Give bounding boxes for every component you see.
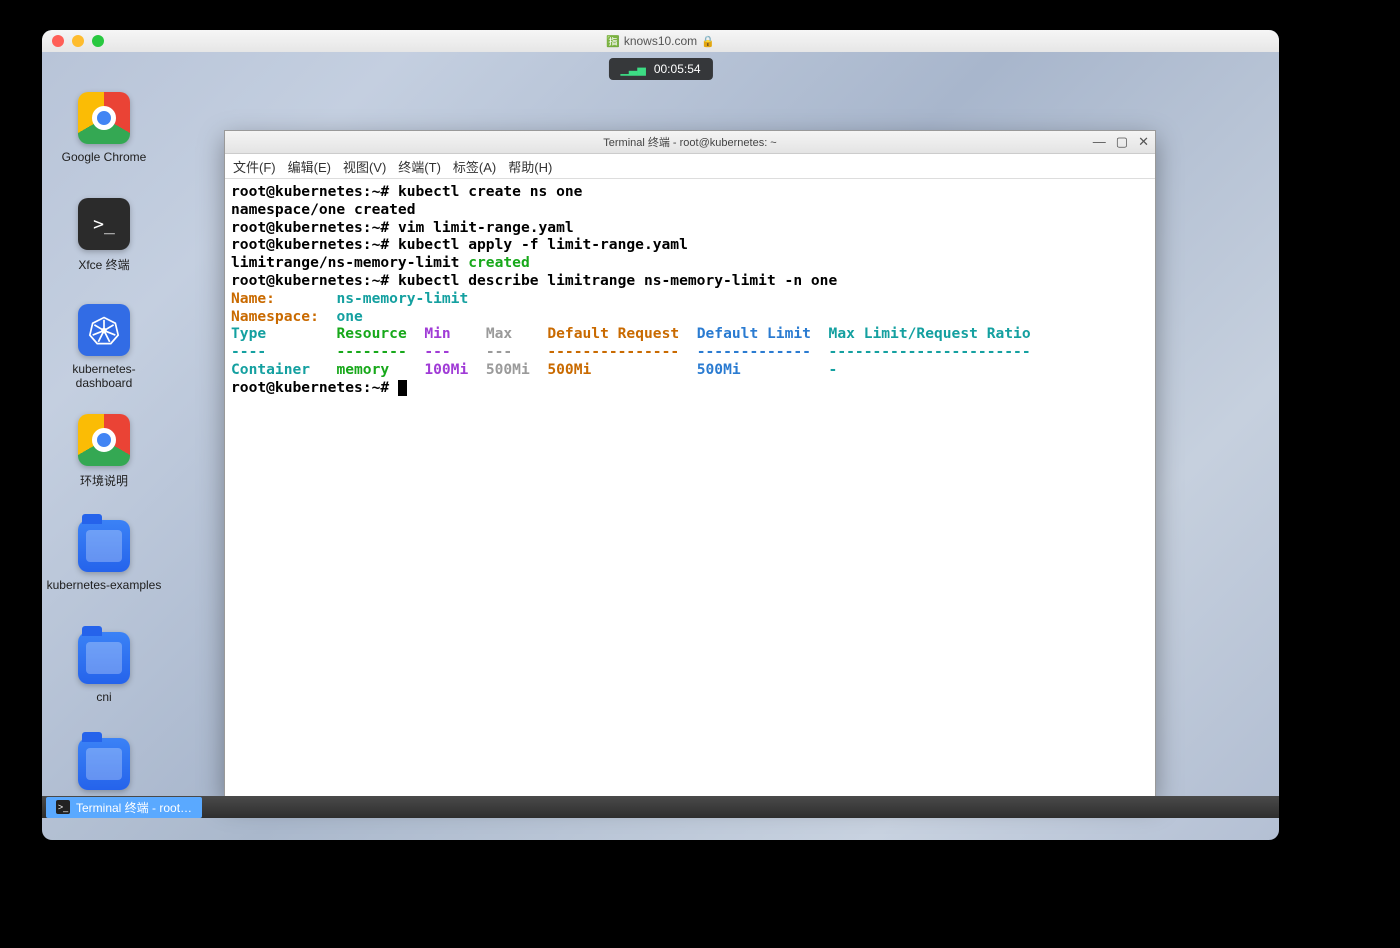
kubernetes-icon [78, 304, 130, 356]
terminal-icon: >_ [56, 800, 70, 814]
desktop-icon-env-desc[interactable]: 环境说明 [44, 414, 164, 489]
minimize-button[interactable]: — [1093, 134, 1106, 150]
url-text: knows10.com [624, 34, 697, 48]
desktop-icon-chrome[interactable]: Google Chrome [44, 92, 164, 164]
remote-desktop[interactable]: ▁▃▅ 00:05:54 Google Chrome >_ Xfce 终端 ku… [42, 52, 1279, 818]
cursor-icon [398, 380, 407, 396]
session-status-pill: ▁▃▅ 00:05:54 [608, 58, 712, 80]
desktop-icon-xfce-terminal[interactable]: >_ Xfce 终端 [44, 198, 164, 273]
chrome-icon [78, 414, 130, 466]
folder-icon [78, 632, 130, 684]
close-icon[interactable] [52, 35, 64, 47]
minimize-icon[interactable] [72, 35, 84, 47]
menu-file[interactable]: 文件(F) [233, 157, 276, 176]
mac-titlebar: 🈯 knows10.com 🔒 [42, 30, 1279, 52]
signal-icon: ▁▃▅ [620, 63, 645, 76]
chrome-icon [78, 92, 130, 144]
folder-icon [78, 520, 130, 572]
desktop-icon-kubernetes-examples[interactable]: kubernetes-examples [44, 520, 164, 592]
desktop-icon-cni[interactable]: cni [44, 632, 164, 704]
menu-edit[interactable]: 编辑(E) [288, 157, 331, 176]
icon-label: cni [44, 690, 164, 704]
lock-icon: 🔒 [701, 35, 715, 48]
terminal-window[interactable]: Terminal 终端 - root@kubernetes: ~ — ▢ ✕ 文… [224, 130, 1156, 797]
icon-label: kubernetes-dashboard [44, 362, 164, 390]
menu-tabs[interactable]: 标签(A) [453, 157, 496, 176]
terminal-title-text: Terminal 终端 - root@kubernetes: ~ [603, 134, 776, 150]
maximize-button[interactable]: ▢ [1116, 134, 1128, 150]
terminal-menubar[interactable]: 文件(F) 编辑(E) 视图(V) 终端(T) 标签(A) 帮助(H) [225, 154, 1155, 179]
icon-label: 环境说明 [44, 472, 164, 489]
url-display: 🈯 knows10.com 🔒 [42, 34, 1279, 48]
menu-terminal[interactable]: 终端(T) [398, 157, 441, 176]
terminal-output[interactable]: root@kubernetes:~# kubectl create ns one… [225, 179, 1155, 796]
folder-icon [78, 738, 130, 790]
traffic-lights[interactable] [52, 35, 104, 47]
menu-help[interactable]: 帮助(H) [508, 157, 552, 176]
icon-label: Google Chrome [44, 150, 164, 164]
maximize-icon[interactable] [92, 35, 104, 47]
taskbar-item-label: Terminal 终端 - root… [76, 799, 192, 816]
translate-icon: 🈯 [606, 35, 620, 48]
icon-label: kubernetes-examples [44, 578, 164, 592]
terminal-titlebar[interactable]: Terminal 终端 - root@kubernetes: ~ — ▢ ✕ [225, 131, 1155, 154]
icon-label: Xfce 终端 [44, 256, 164, 273]
taskbar-item-terminal[interactable]: >_ Terminal 终端 - root… [46, 797, 202, 818]
taskbar[interactable]: >_ Terminal 终端 - root… [42, 796, 1279, 818]
session-time: 00:05:54 [654, 62, 701, 76]
desktop-icon-kubernetes-dashboard[interactable]: kubernetes-dashboard [44, 304, 164, 390]
menu-view[interactable]: 视图(V) [343, 157, 386, 176]
terminal-icon: >_ [78, 198, 130, 250]
mac-browser-window: 🈯 knows10.com 🔒 ▁▃▅ 00:05:54 Google Chro… [42, 30, 1279, 840]
close-button[interactable]: ✕ [1138, 134, 1149, 150]
